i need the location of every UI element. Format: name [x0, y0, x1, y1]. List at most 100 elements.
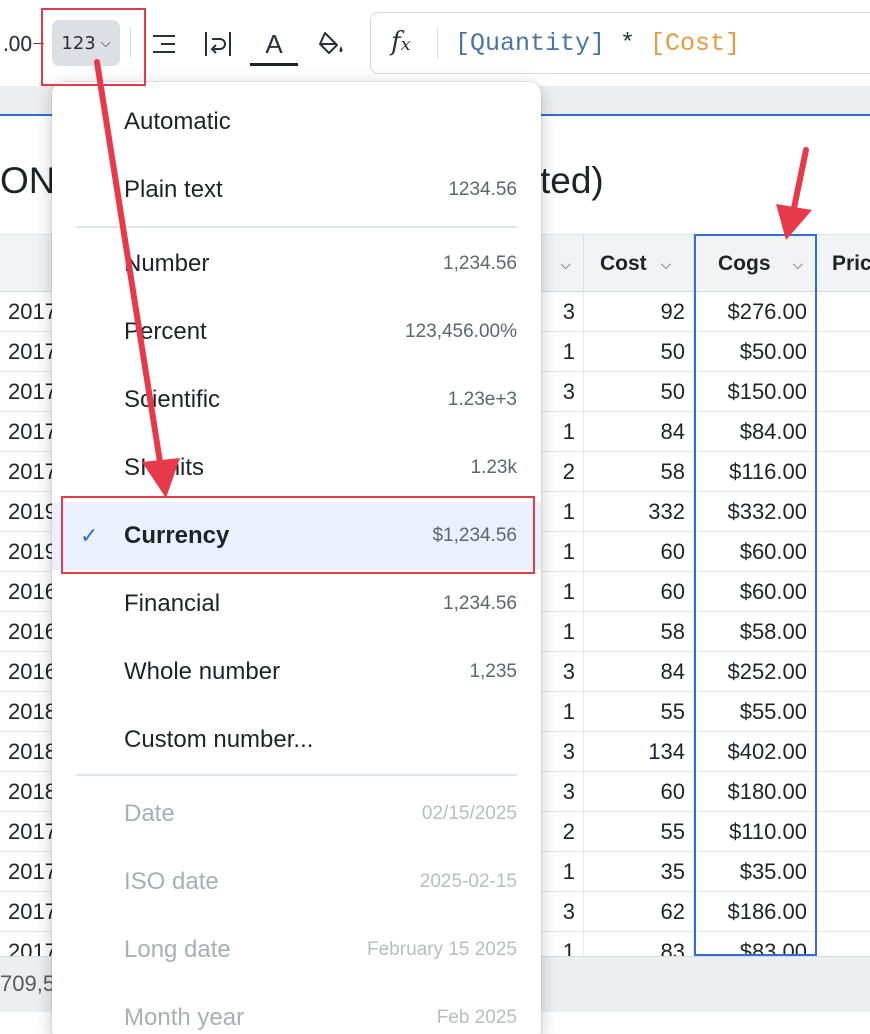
menu-item-percent[interactable]: Percent 123,456.00% — [52, 298, 541, 366]
menu-item-automatic[interactable]: Automatic — [52, 88, 541, 156]
menu-item-scientific[interactable]: Scientific 1.23e+3 — [52, 366, 541, 434]
cell-cost[interactable]: 60 — [584, 532, 694, 572]
column-header-label: Cost — [600, 252, 647, 275]
cell-quantity[interactable]: 1 — [540, 612, 584, 652]
menu-item-financial[interactable]: Financial 1,234.56 — [52, 570, 541, 638]
cell-quantity[interactable]: 1 — [540, 332, 584, 372]
column-header-quantity[interactable]: ⌵ — [540, 235, 584, 293]
column-header-cogs[interactable]: Cogs ⌵ — [694, 235, 816, 293]
menu-item-plain-text[interactable]: Plain text 1234.56 — [52, 156, 541, 224]
menu-item-label: Date — [124, 800, 175, 827]
cell-cogs[interactable]: $150.00 — [694, 372, 816, 412]
cell-quantity[interactable]: 3 — [540, 732, 584, 772]
cell-quantity[interactable]: 1 — [540, 532, 584, 572]
cell-cost[interactable]: 84 — [584, 412, 694, 452]
fill-color-button[interactable] — [310, 22, 354, 66]
cell-quantity[interactable]: 1 — [540, 932, 584, 956]
cell-cogs[interactable]: $116.00 — [694, 452, 816, 492]
cell-quantity[interactable]: 3 — [540, 372, 584, 412]
cell-cost[interactable]: 92 — [584, 292, 694, 332]
cell-cost[interactable]: 58 — [584, 452, 694, 492]
cell-year[interactable]: 2017 — [8, 932, 52, 956]
cell-cogs[interactable]: $55.00 — [694, 692, 816, 732]
cell-quantity[interactable]: 1 — [540, 692, 584, 732]
cell-year[interactable]: 2018 — [8, 772, 52, 812]
cell-cogs[interactable]: $50.00 — [694, 332, 816, 372]
cell-year[interactable]: 2017 — [8, 892, 52, 932]
cell-cogs[interactable]: $402.00 — [694, 732, 816, 772]
cell-year[interactable]: 2017 — [8, 292, 52, 332]
cell-quantity[interactable]: 3 — [540, 652, 584, 692]
cell-quantity[interactable]: 2 — [540, 452, 584, 492]
cell-cogs[interactable]: $35.00 — [694, 852, 816, 892]
cell-cost[interactable]: 58 — [584, 612, 694, 652]
arrow-right-icon: ⇾ — [32, 36, 45, 52]
cell-cogs[interactable]: $83.00 — [694, 932, 816, 956]
cell-quantity[interactable]: 3 — [540, 772, 584, 812]
cell-cost[interactable]: 50 — [584, 372, 694, 412]
menu-item-si-units[interactable]: SI units 1.23k — [52, 434, 541, 502]
menu-item-whole-number[interactable]: Whole number 1,235 — [52, 638, 541, 706]
cell-cogs[interactable]: $180.00 — [694, 772, 816, 812]
cell-cost[interactable]: 55 — [584, 692, 694, 732]
cell-cost[interactable]: 60 — [584, 572, 694, 612]
cell-year[interactable]: 2016 — [8, 572, 52, 612]
cell-year[interactable]: 2019 — [8, 532, 52, 572]
cell-cogs[interactable]: $276.00 — [694, 292, 816, 332]
cell-cost[interactable]: 84 — [584, 652, 694, 692]
cell-cost[interactable]: 83 — [584, 932, 694, 956]
cell-year[interactable]: 2017 — [8, 372, 52, 412]
cell-quantity[interactable]: 3 — [540, 892, 584, 932]
cell-quantity[interactable]: 1 — [540, 412, 584, 452]
column-header-price[interactable]: Pric — [816, 235, 870, 293]
cell-year[interactable]: 2017 — [8, 412, 52, 452]
cell-year[interactable]: 2018 — [8, 732, 52, 772]
menu-item-custom-number[interactable]: Custom number... — [52, 706, 541, 774]
cell-year[interactable]: 2017 — [8, 812, 52, 852]
cell-cogs[interactable]: $60.00 — [694, 532, 816, 572]
menu-item-currency[interactable]: ✓ Currency $1,234.56 — [52, 502, 541, 570]
formula-bar[interactable]: fx [Quantity] * [Cost] — [370, 12, 870, 74]
cell-quantity[interactable]: 1 — [540, 572, 584, 612]
cell-quantity[interactable]: 1 — [540, 852, 584, 892]
cell-quantity[interactable]: 1 — [540, 492, 584, 532]
cell-cost[interactable]: 50 — [584, 332, 694, 372]
cell-cogs[interactable]: $332.00 — [694, 492, 816, 532]
cell-cost[interactable]: 62 — [584, 892, 694, 932]
cell-cogs[interactable]: $58.00 — [694, 612, 816, 652]
cell-cost[interactable]: 134 — [584, 732, 694, 772]
cell-year[interactable]: 2016 — [8, 652, 52, 692]
cell-year[interactable]: 2017 — [8, 332, 52, 372]
column-header-cost[interactable]: Cost ⌵ — [584, 235, 694, 293]
menu-item-example: 1.23k — [470, 457, 517, 478]
cell-year[interactable]: 2016 — [8, 612, 52, 652]
menu-item-label: Financial — [124, 590, 221, 617]
cell-year[interactable]: 2019 — [8, 492, 52, 532]
cell-cogs[interactable]: $60.00 — [694, 572, 816, 612]
wrap-text-button[interactable] — [198, 24, 238, 64]
formula-text[interactable]: [Quantity] * [Cost] — [455, 29, 740, 58]
chevron-down-icon[interactable]: ⌵ — [793, 256, 804, 273]
cell-year[interactable]: 2018 — [8, 692, 52, 732]
cell-quantity[interactable]: 3 — [540, 292, 584, 332]
increase-decimal-button[interactable]: .00 ⇾ — [3, 26, 45, 62]
cell-year[interactable]: 2017 — [8, 852, 52, 892]
cell-cogs[interactable]: $110.00 — [694, 812, 816, 852]
cell-cogs[interactable]: $186.00 — [694, 892, 816, 932]
chevron-down-icon[interactable]: ⌵ — [560, 256, 571, 273]
number-format-menu: Automatic Plain text 1234.56 Number 1,234.56… — [52, 82, 541, 1034]
chevron-down-icon[interactable]: ⌵ — [661, 256, 672, 273]
text-color-button[interactable]: A — [250, 20, 298, 68]
cell-cost[interactable]: 55 — [584, 812, 694, 852]
cell-year[interactable]: 2017 — [8, 452, 52, 492]
align-button[interactable] — [146, 24, 182, 64]
cell-cost[interactable]: 60 — [584, 772, 694, 812]
cell-quantity[interactable]: 2 — [540, 812, 584, 852]
cell-cogs[interactable]: $84.00 — [694, 412, 816, 452]
cell-cost[interactable]: 332 — [584, 492, 694, 532]
number-format-button[interactable]: 123 ⌵ — [52, 20, 120, 66]
menu-item-number[interactable]: Number 1,234.56 — [52, 230, 541, 298]
text-color-swatch — [250, 63, 298, 66]
cell-cogs[interactable]: $252.00 — [694, 652, 816, 692]
cell-cost[interactable]: 35 — [584, 852, 694, 892]
